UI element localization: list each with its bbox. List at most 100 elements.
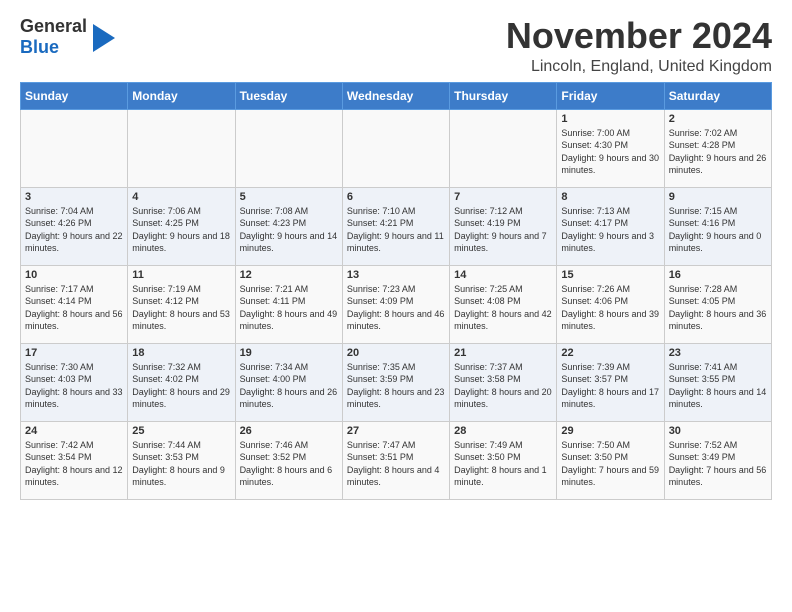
calendar-cell: 8 Sunrise: 7:13 AM Sunset: 4:17 PM Daylig… [557, 187, 664, 265]
day-number: 14 [454, 269, 552, 281]
day-info: Sunrise: 7:37 AM Sunset: 3:58 PM Dayligh… [454, 361, 552, 411]
day-info: Sunrise: 7:47 AM Sunset: 3:51 PM Dayligh… [347, 439, 445, 489]
header: General Blue November 2024 Lincoln, Engl… [20, 16, 772, 76]
day-info: Sunrise: 7:49 AM Sunset: 3:50 PM Dayligh… [454, 439, 552, 489]
calendar-cell: 22Sunrise: 7:39 AM Sunset: 3:57 PM Dayli… [557, 343, 664, 421]
day-number: 4 [132, 191, 230, 203]
day-number: 7 [454, 191, 552, 203]
calendar-week-3: 10Sunrise: 7:17 AM Sunset: 4:14 PM Dayli… [21, 265, 772, 343]
calendar-cell: 16 Sunrise: 7:28 AM Sunset: 4:05 PM Dayli… [664, 265, 771, 343]
day-info: Sunrise: 7:32 AM Sunset: 4:02 PM Dayligh… [132, 361, 230, 411]
header-row: Sunday Monday Tuesday Wednesday Thursday… [21, 82, 772, 109]
day-number: 13 [347, 269, 445, 281]
calendar-cell: 23 Sunrise: 7:41 AM Sunset: 3:55 PM Dayli… [664, 343, 771, 421]
calendar-cell: 24 Sunrise: 7:42 AM Sunset: 3:54 PM Dayli… [21, 421, 128, 499]
day-number: 23 [669, 347, 767, 359]
day-number: 3 [25, 191, 123, 203]
day-number: 16 [669, 269, 767, 281]
calendar-cell: 12 Sunrise: 7:21 AM Sunset: 4:11 PM Dayli… [235, 265, 342, 343]
day-info: Sunrise: 7:04 AM Sunset: 4:26 PM Dayligh… [25, 205, 123, 255]
day-info: Sunrise: 7:41 AM Sunset: 3:55 PM Dayligh… [669, 361, 767, 411]
day-number: 25 [132, 425, 230, 437]
col-monday: Monday [128, 82, 235, 109]
day-number: 19 [240, 347, 338, 359]
calendar-cell: 17 Sunrise: 7:30 AM Sunset: 4:03 PM Dayli… [21, 343, 128, 421]
day-info: Sunrise: 7:28 AM Sunset: 4:05 PM Dayligh… [669, 283, 767, 333]
calendar-cell: 15Sunrise: 7:26 AM Sunset: 4:06 PM Dayli… [557, 265, 664, 343]
day-number: 9 [669, 191, 767, 203]
col-friday: Friday [557, 82, 664, 109]
day-info: Sunrise: 7:13 AM Sunset: 4:17 PM Dayligh… [561, 205, 659, 255]
calendar-cell: 2 Sunrise: 7:02 AM Sunset: 4:28 PM Daylig… [664, 109, 771, 187]
logo-arrow-icon [93, 24, 115, 52]
calendar-cell [21, 109, 128, 187]
day-number: 1 [561, 113, 659, 125]
day-number: 24 [25, 425, 123, 437]
calendar-cell: 11 Sunrise: 7:19 AM Sunset: 4:12 PM Dayli… [128, 265, 235, 343]
day-info: Sunrise: 7:08 AM Sunset: 4:23 PM Dayligh… [240, 205, 338, 255]
day-info: Sunrise: 7:30 AM Sunset: 4:03 PM Dayligh… [25, 361, 123, 411]
day-info: Sunrise: 7:15 AM Sunset: 4:16 PM Dayligh… [669, 205, 767, 255]
calendar-cell: 9 Sunrise: 7:15 AM Sunset: 4:16 PM Daylig… [664, 187, 771, 265]
calendar-cell: 18 Sunrise: 7:32 AM Sunset: 4:02 PM Dayli… [128, 343, 235, 421]
day-number: 10 [25, 269, 123, 281]
day-info: Sunrise: 7:19 AM Sunset: 4:12 PM Dayligh… [132, 283, 230, 333]
day-info: Sunrise: 7:23 AM Sunset: 4:09 PM Dayligh… [347, 283, 445, 333]
day-info: Sunrise: 7:25 AM Sunset: 4:08 PM Dayligh… [454, 283, 552, 333]
calendar-week-1: 1Sunrise: 7:00 AM Sunset: 4:30 PM Daylig… [21, 109, 772, 187]
calendar-cell: 19 Sunrise: 7:34 AM Sunset: 4:00 PM Dayli… [235, 343, 342, 421]
calendar-cell [235, 109, 342, 187]
calendar-week-5: 24 Sunrise: 7:42 AM Sunset: 3:54 PM Dayli… [21, 421, 772, 499]
day-number: 26 [240, 425, 338, 437]
day-number: 20 [347, 347, 445, 359]
calendar-week-2: 3 Sunrise: 7:04 AM Sunset: 4:26 PM Daylig… [21, 187, 772, 265]
day-number: 21 [454, 347, 552, 359]
calendar-cell: 1Sunrise: 7:00 AM Sunset: 4:30 PM Daylig… [557, 109, 664, 187]
calendar-cell: 13 Sunrise: 7:23 AM Sunset: 4:09 PM Dayli… [342, 265, 449, 343]
day-number: 12 [240, 269, 338, 281]
day-number: 27 [347, 425, 445, 437]
calendar-cell: 26 Sunrise: 7:46 AM Sunset: 3:52 PM Dayli… [235, 421, 342, 499]
day-info: Sunrise: 7:21 AM Sunset: 4:11 PM Dayligh… [240, 283, 338, 333]
col-saturday: Saturday [664, 82, 771, 109]
calendar-cell: 3 Sunrise: 7:04 AM Sunset: 4:26 PM Daylig… [21, 187, 128, 265]
col-thursday: Thursday [450, 82, 557, 109]
location-subtitle: Lincoln, England, United Kingdom [506, 58, 772, 76]
title-area: November 2024 Lincoln, England, United K… [506, 16, 772, 76]
calendar-cell: 6Sunrise: 7:10 AM Sunset: 4:21 PM Daylig… [342, 187, 449, 265]
calendar-cell [450, 109, 557, 187]
day-number: 28 [454, 425, 552, 437]
day-info: Sunrise: 7:42 AM Sunset: 3:54 PM Dayligh… [25, 439, 123, 489]
calendar-cell: 20 Sunrise: 7:35 AM Sunset: 3:59 PM Dayli… [342, 343, 449, 421]
day-number: 2 [669, 113, 767, 125]
calendar-cell: 25Sunrise: 7:44 AM Sunset: 3:53 PM Dayli… [128, 421, 235, 499]
month-title: November 2024 [506, 16, 772, 56]
day-number: 5 [240, 191, 338, 203]
day-number: 18 [132, 347, 230, 359]
day-number: 17 [25, 347, 123, 359]
day-info: Sunrise: 7:02 AM Sunset: 4:28 PM Dayligh… [669, 127, 767, 177]
calendar-cell [342, 109, 449, 187]
day-number: 22 [561, 347, 659, 359]
calendar-table: Sunday Monday Tuesday Wednesday Thursday… [20, 82, 772, 500]
day-info: Sunrise: 7:35 AM Sunset: 3:59 PM Dayligh… [347, 361, 445, 411]
day-info: Sunrise: 7:12 AM Sunset: 4:19 PM Dayligh… [454, 205, 552, 255]
logo: General Blue [20, 16, 115, 57]
calendar-cell: 30Sunrise: 7:52 AM Sunset: 3:49 PM Dayli… [664, 421, 771, 499]
calendar-cell: 7 Sunrise: 7:12 AM Sunset: 4:19 PM Daylig… [450, 187, 557, 265]
col-sunday: Sunday [21, 82, 128, 109]
day-number: 8 [561, 191, 659, 203]
calendar-cell: 29 Sunrise: 7:50 AM Sunset: 3:50 PM Dayli… [557, 421, 664, 499]
day-info: Sunrise: 7:50 AM Sunset: 3:50 PM Dayligh… [561, 439, 659, 489]
calendar-cell [128, 109, 235, 187]
col-wednesday: Wednesday [342, 82, 449, 109]
day-info: Sunrise: 7:34 AM Sunset: 4:00 PM Dayligh… [240, 361, 338, 411]
day-number: 29 [561, 425, 659, 437]
calendar-cell: 21 Sunrise: 7:37 AM Sunset: 3:58 PM Dayli… [450, 343, 557, 421]
day-number: 15 [561, 269, 659, 281]
day-info: Sunrise: 7:46 AM Sunset: 3:52 PM Dayligh… [240, 439, 338, 489]
day-info: Sunrise: 7:06 AM Sunset: 4:25 PM Dayligh… [132, 205, 230, 255]
calendar-cell: 10Sunrise: 7:17 AM Sunset: 4:14 PM Dayli… [21, 265, 128, 343]
day-number: 11 [132, 269, 230, 281]
calendar-cell: 5 Sunrise: 7:08 AM Sunset: 4:23 PM Daylig… [235, 187, 342, 265]
